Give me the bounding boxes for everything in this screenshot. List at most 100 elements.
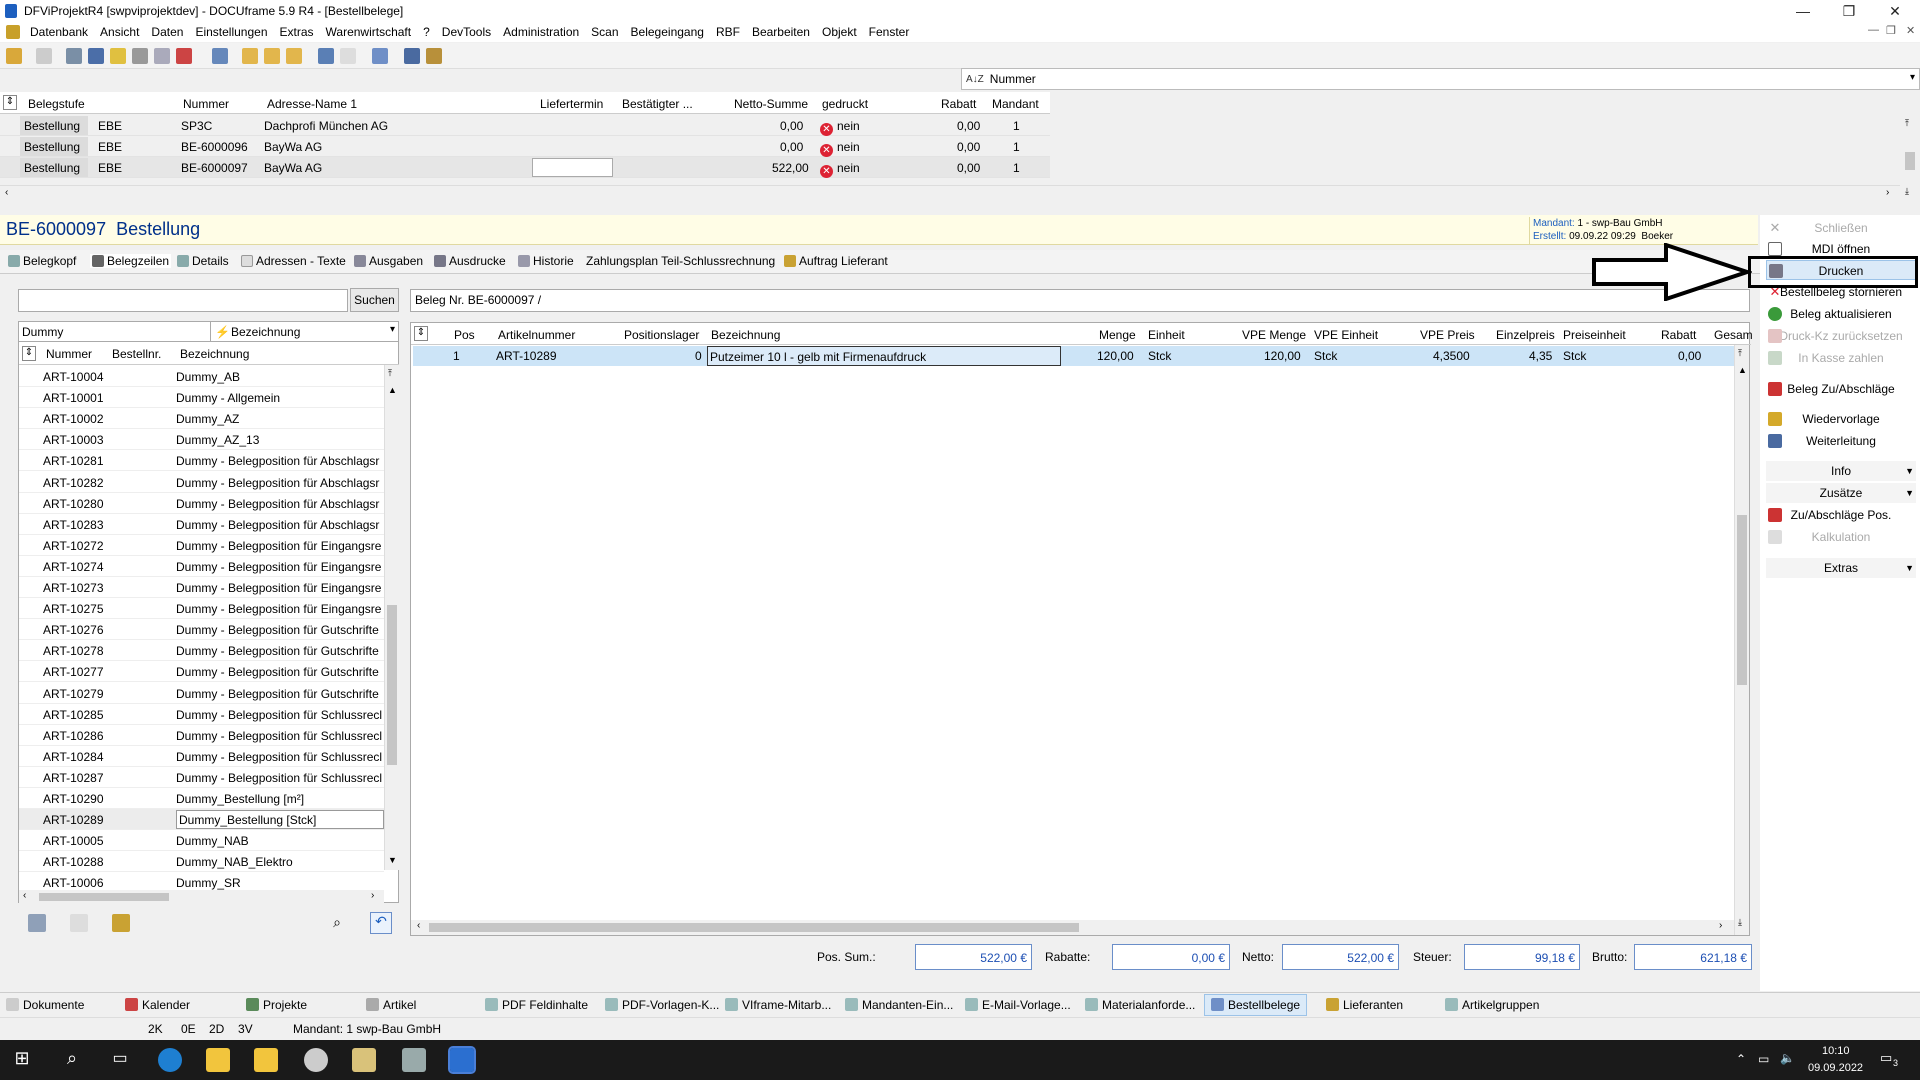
tab-belegzeilen[interactable]: Belegzeilen [90,254,172,268]
article-row[interactable]: ART-10289 Dummy_Bestellung [Stck] [19,809,384,831]
article-row[interactable]: ART-10278 Dummy - Belegposition für Gutsc… [19,640,384,662]
edge-icon[interactable] [158,1048,182,1072]
grid-vertical-scrollbar[interactable]: ⤒ ▲ ⤓ [1734,345,1749,935]
scroll-top-icon[interactable]: ⤒ [1905,118,1909,129]
tab-pdf-vorlagen[interactable]: PDF-Vorlagen-K... [605,998,719,1012]
search-button[interactable]: Suchen [350,288,399,312]
col-vpe-preis[interactable]: VPE Preis [1420,328,1475,342]
search-input[interactable] [18,289,348,312]
schliessen-button[interactable]: ✕ Schließen [1766,218,1916,238]
scroll-up-icon[interactable]: ▲ [388,385,397,395]
server-icon[interactable] [402,1048,426,1072]
mdi-minimize-button[interactable]: — [1868,24,1879,36]
tab-details[interactable]: Details [177,254,229,268]
list-icon[interactable] [88,48,104,64]
copy-icon[interactable] [154,48,170,64]
menu-einstellungen[interactable]: Einstellungen [189,25,273,39]
tab-auftrag-lieferant[interactable]: Auftrag Lieferant [784,254,888,268]
scroll-right-icon[interactable]: › [1719,920,1722,931]
article-row[interactable]: ART-10279 Dummy - Belegposition für Gutsc… [19,683,384,704]
article-row[interactable]: ART-10281 Dummy - Belegposition für Absch… [19,450,384,472]
tab-adressen-texte[interactable]: Adressen - Texte [241,254,346,268]
tab-bestellbelege[interactable]: Bestellbelege [1204,994,1308,1016]
tab-email-vorlage[interactable]: E-Mail-Vorlage... [965,998,1071,1012]
grid-row[interactable]: 1 ART-10289 0 Putzeimer 10 l - gelb mit … [413,346,1743,366]
article-row[interactable]: ART-10290 Dummy_Bestellung [m²] [19,788,384,809]
col-vpe-menge[interactable]: VPE Menge [1242,328,1306,342]
article-list-scrollbar[interactable]: ⤒ ▲ ▼ [384,365,399,870]
sort-field-selector[interactable]: A↓Z Nummer ▾ [961,68,1920,90]
clip-icon[interactable] [132,48,148,64]
task-view-icon[interactable]: ▭ [108,1048,132,1072]
list-vertical-scrollbar[interactable]: ⤒ ⤓ [1902,116,1918,200]
notification-icon[interactable]: ▭ [1880,1050,1892,1066]
col-belegstufe[interactable]: Belegstufe [28,97,85,111]
col-mandant[interactable]: Mandant [992,97,1039,111]
col-rabatt[interactable]: Rabatt [941,97,976,111]
menu-objekt[interactable]: Objekt [816,25,863,39]
col-netto[interactable]: Netto-Summe [734,97,808,111]
tab-historie[interactable]: Historie [518,254,574,268]
folder-icon[interactable] [242,48,258,64]
info-dropdown[interactable]: Info ▼ [1766,461,1916,481]
kalkulation-button[interactable]: Kalkulation [1766,527,1916,547]
list-row[interactable]: Bestellung EBE BE-6000096 BayWa AG 0,00 … [0,136,1050,157]
filter-value-input[interactable]: Dummy [19,322,211,342]
tab-artikelgruppen[interactable]: Artikelgruppen [1445,998,1539,1012]
tools-icon[interactable] [404,48,420,64]
druck-kz-button[interactable]: Druck-Kz zurücksetzen [1766,326,1916,346]
col-adresse[interactable]: Adresse-Name 1 [267,97,357,111]
menu-fenster[interactable]: Fenster [863,25,916,39]
col-preiseinheit[interactable]: Preiseinheit [1563,328,1626,342]
phone-icon[interactable] [212,48,228,64]
scroll-thumb[interactable] [387,605,397,765]
col-pos[interactable]: Pos [454,328,475,342]
tab-projekte[interactable]: Projekte [246,998,307,1012]
expand-rows-icon[interactable]: ⇕ [22,346,36,361]
calendar-icon[interactable] [176,48,192,64]
menu-scan[interactable]: Scan [585,25,624,39]
article-row[interactable]: ART-10005 Dummy_NAB [19,830,384,852]
open-icon[interactable] [6,48,22,64]
maximize-button[interactable]: ❐ [1826,0,1872,22]
list-row[interactable]: Bestellung EBE SP3C Dachprofi München AG… [0,115,1050,136]
search-icon[interactable] [318,48,334,64]
settings-icon[interactable] [304,1048,328,1072]
article-row[interactable]: ART-10280 Dummy - Belegposition für Absch… [19,493,384,514]
close-button[interactable]: ✕ [1872,0,1918,22]
scroll-down-icon[interactable]: ▼ [388,855,397,865]
col-rabatt[interactable]: Rabatt [1661,328,1696,342]
col-bestaetigter[interactable]: Bestätigter ... [622,97,693,111]
beleg-zuab-button[interactable]: Beleg Zu/Abschläge [1766,379,1916,399]
scroll-top-icon[interactable]: ⤒ [388,368,392,379]
article-row[interactable]: ART-10273 Dummy - Belegposition für Einga… [19,577,384,598]
volume-icon[interactable]: 🔈 [1780,1051,1795,1065]
mdi-restore-button[interactable]: ❐ [1886,24,1896,37]
col-einzelpreis[interactable]: Einzelpreis [1496,328,1555,342]
scroll-right-icon[interactable]: › [371,890,374,901]
liefertermin-field[interactable] [532,158,613,177]
list-horizontal-scrollbar[interactable]: ‹ › [0,185,1900,201]
docuframe-icon[interactable] [448,1046,476,1074]
col-bestellnr[interactable]: Bestellnr. [112,347,161,361]
tab-kalender[interactable]: Kalender [125,998,190,1012]
tab-zahlungsplan[interactable]: Zahlungsplan Teil-Schlussrechnung [586,254,775,268]
tab-materialanforde[interactable]: Materialanforde... [1085,998,1195,1012]
expand-rows-icon[interactable]: ⇕ [414,326,428,341]
article-row[interactable]: ART-10288 Dummy_NAB_Elektro [19,851,384,873]
cell-bezeichnung[interactable]: Putzeimer 10 l - gelb mit Firmenaufdruck [707,346,1061,366]
col-liefertermin[interactable]: Liefertermin [540,97,603,111]
grid-view-icon[interactable] [372,48,388,64]
menu-administration[interactable]: Administration [497,25,585,39]
list-row-selected[interactable]: Bestellung EBE BE-6000097 BayWa AG 522,0… [0,157,1050,178]
kasse-button[interactable]: In Kasse zahlen [1766,348,1916,368]
col-bezeichnung[interactable]: Bezeichnung [180,347,249,361]
menu-warenwirtschaft[interactable]: Warenwirtschaft [320,25,418,39]
clock-time[interactable]: 10:10 [1822,1045,1850,1057]
article-row[interactable]: ART-10276 Dummy - Belegposition für Gutsc… [19,619,384,641]
scroll-left-icon[interactable]: ‹ [417,920,420,931]
weiterleitung-button[interactable]: Weiterleitung [1766,431,1916,451]
menu-extras[interactable]: Extras [274,25,320,39]
scroll-bottom-icon[interactable]: ⤓ [1738,917,1742,928]
tab-belegkopf[interactable]: Belegkopf [8,254,76,268]
